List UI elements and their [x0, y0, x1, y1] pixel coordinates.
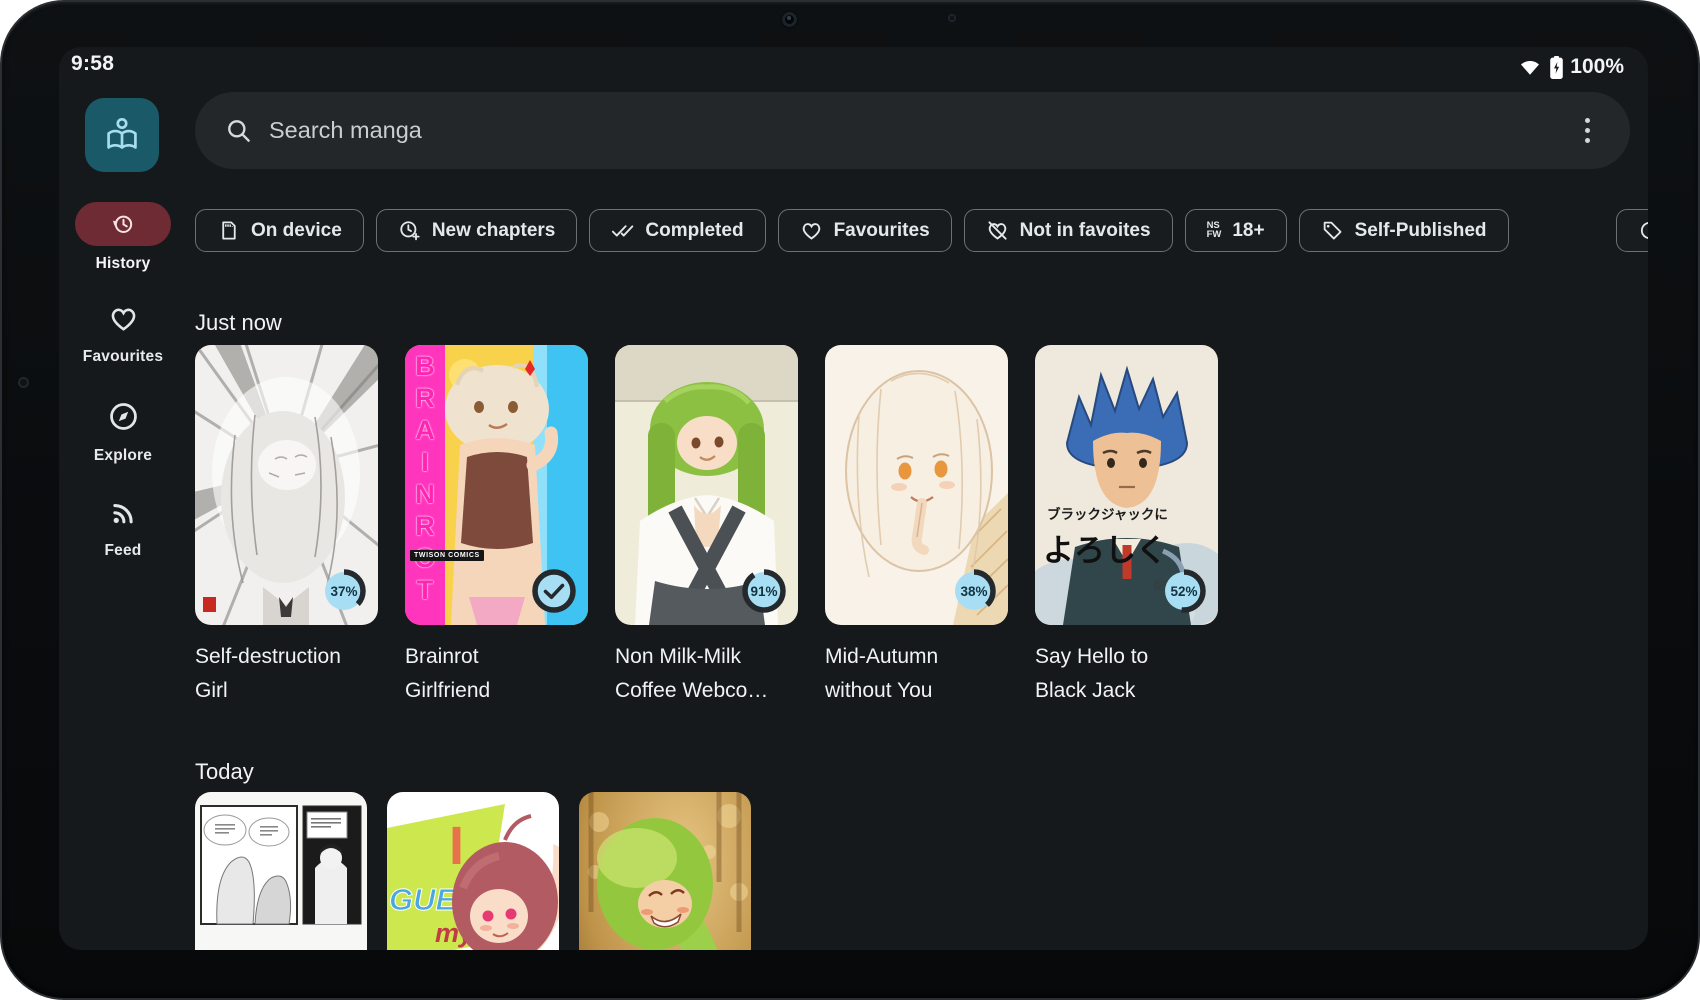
double-check-icon: [611, 219, 634, 242]
history-entry[interactable]: BRAINROT TWISON COMICS Brainrot Girlfrie…: [405, 345, 588, 708]
chip-label: Self-Published: [1355, 220, 1487, 242]
history-row-just-now: 37% Self-destruction Girl: [195, 345, 1218, 708]
manga-cover: ブラックジャックに よろしく 佐藤秀峰 52%: [1035, 345, 1218, 625]
app-screen: 9:58 100%: [59, 47, 1648, 950]
cover-vertical-title: BRAINROT: [409, 351, 440, 607]
chip-nsfw-18plus[interactable]: NS FW 18+: [1185, 209, 1287, 252]
progress-value: 38%: [952, 569, 996, 613]
sidebar-label: Favourites: [83, 348, 163, 366]
sidebar-item-history[interactable]: History: [59, 202, 187, 273]
chip-label: New chapters: [432, 220, 556, 242]
compass-icon: [107, 400, 140, 433]
svg-text:よろしく: よろしく: [1043, 533, 1167, 568]
status-icons: 100%: [1517, 55, 1624, 79]
manga-title: Self-destruction Girl: [195, 640, 378, 708]
search-icon: [225, 117, 252, 144]
section-header-just-now: Just now: [195, 310, 282, 336]
progress-value: 52%: [1162, 569, 1206, 613]
cover-art-roommate: I GUESS my ROOM MATE: [387, 792, 559, 950]
history-row-today: RAISE I GUESS my: [195, 792, 751, 950]
manga-title: Say Hello to Black Jack: [1035, 640, 1218, 708]
battery-percent: 100%: [1570, 55, 1624, 79]
chip-new-chapters[interactable]: New chapters: [376, 209, 578, 252]
kebab-menu-icon[interactable]: [1570, 109, 1604, 153]
chip-completed[interactable]: Completed: [589, 209, 765, 252]
history-entry[interactable]: 91% Non Milk-Milk Coffee Webco…: [615, 345, 798, 708]
progress-value: 37%: [322, 569, 366, 613]
svg-text:I: I: [449, 816, 464, 876]
heart-off-icon: [986, 219, 1009, 242]
sidebar-item-explore[interactable]: Explore: [59, 400, 187, 465]
progress-badge: 91%: [742, 569, 786, 613]
cover-art-green-hair-bar: [579, 792, 751, 950]
front-camera: [782, 12, 797, 27]
rss-icon: [108, 498, 138, 528]
history-entry[interactable]: RAISE: [195, 792, 367, 950]
selected-pill: [75, 202, 171, 246]
progress-value: 91%: [742, 569, 786, 613]
chip-label: 18+: [1232, 220, 1264, 242]
manga-title: Mid-Autumn without You: [825, 640, 1008, 708]
clock-plus-icon: [398, 219, 421, 242]
app-logo[interactable]: [85, 98, 159, 172]
clipped-circle-icon: [1638, 219, 1648, 242]
filter-chip-row: On device New chapters Completed: [195, 209, 1648, 255]
manga-cover: [579, 792, 751, 950]
tag-icon: [1321, 219, 1344, 242]
tablet-device: 9:58 100%: [0, 0, 1700, 1000]
history-entry[interactable]: 38% Mid-Autumn without You: [825, 345, 1008, 708]
mihon-book-icon: [99, 112, 145, 158]
nsfw-icon: NS FW: [1207, 222, 1222, 239]
manga-cover: 91%: [615, 345, 798, 625]
manga-cover: 37%: [195, 345, 378, 625]
manga-cover: 38%: [825, 345, 1008, 625]
sidebar-label: Feed: [105, 542, 142, 560]
progress-badge: 37%: [322, 569, 366, 613]
chip-label: On device: [251, 220, 342, 242]
sidebar-label: History: [96, 255, 151, 273]
cover-art-bw-manga-page: RAISE: [195, 792, 367, 950]
search-input[interactable]: Search manga: [269, 117, 1570, 144]
sd-card-icon: [217, 219, 240, 242]
heart-outline-icon: [800, 219, 823, 242]
heart-icon: [108, 303, 139, 334]
history-entry[interactable]: 37% Self-destruction Girl: [195, 345, 378, 708]
chip-on-device[interactable]: On device: [195, 209, 364, 252]
search-bar[interactable]: Search manga: [195, 92, 1630, 169]
history-entry[interactable]: [579, 792, 751, 950]
chip-favourites[interactable]: Favourites: [778, 209, 952, 252]
progress-badge: 52%: [1162, 569, 1206, 613]
completed-badge: [532, 569, 576, 613]
sidebar-label: Explore: [94, 447, 152, 465]
section-header-today: Today: [195, 759, 254, 785]
side-sensor-dot: [18, 377, 29, 388]
chip-not-in-favourites[interactable]: Not in favoites: [964, 209, 1173, 252]
battery-charging-icon: [1550, 56, 1563, 79]
manga-title: Non Milk-Milk Coffee Webco…: [615, 640, 798, 708]
navigation-rail: History Favourites Explore: [59, 47, 187, 950]
front-camera-secondary: [948, 14, 956, 22]
wifi-icon: [1517, 56, 1543, 78]
history-entry[interactable]: I GUESS my ROOM MATE: [387, 792, 559, 950]
history-entry[interactable]: ブラックジャックに よろしく 佐藤秀峰 52% Say Hello to Bla…: [1035, 345, 1218, 708]
sidebar-item-favourites[interactable]: Favourites: [59, 303, 187, 366]
sidebar-item-feed[interactable]: Feed: [59, 498, 187, 560]
chip-label: Favourites: [834, 220, 930, 242]
svg-text:ブラックジャックに: ブラックジャックに: [1047, 506, 1168, 522]
manga-title: Brainrot Girlfriend: [405, 640, 588, 708]
manga-cover: I GUESS my ROOM MATE: [387, 792, 559, 950]
history-icon: [111, 212, 135, 236]
chip-label: Completed: [645, 220, 743, 242]
chip-partial[interactable]: [1616, 209, 1648, 252]
chip-self-published[interactable]: Self-Published: [1299, 209, 1509, 252]
cover-publisher-label: TWISON COMICS: [410, 550, 484, 561]
progress-badge: 38%: [952, 569, 996, 613]
manga-cover: BRAINROT TWISON COMICS: [405, 345, 588, 625]
manga-cover: RAISE: [195, 792, 367, 950]
chip-label: Not in favoites: [1020, 220, 1151, 242]
